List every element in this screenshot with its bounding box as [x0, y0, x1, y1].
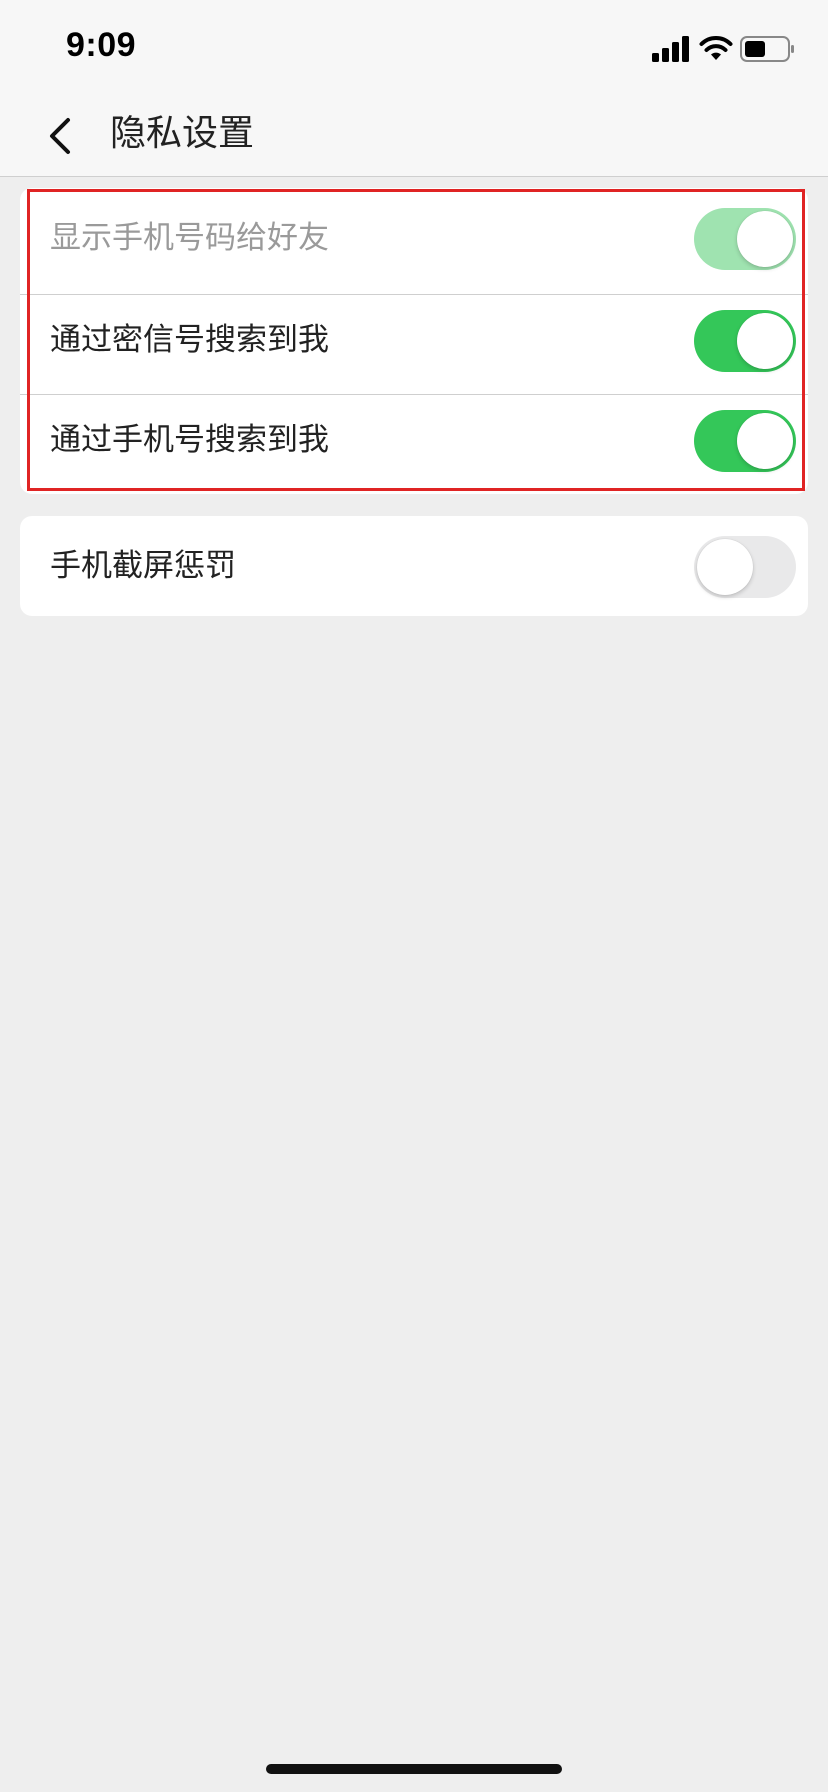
cellular-signal-icon	[652, 36, 689, 62]
screenshot-settings-group: 手机截屏惩罚	[20, 516, 808, 616]
toggle-knob	[737, 413, 793, 469]
setting-row-show-phone-to-friends: 显示手机号码给好友	[20, 188, 808, 288]
toggle-knob	[737, 313, 793, 369]
chevron-left-icon	[50, 118, 70, 154]
home-indicator[interactable]	[266, 1764, 562, 1774]
navigation-bar: 隐私设置	[0, 96, 828, 177]
search-by-phone-toggle[interactable]	[694, 410, 796, 472]
privacy-settings-group: 显示手机号码给好友 通过密信号搜索到我 通过手机号搜索到我	[20, 188, 808, 494]
setting-label: 显示手机号码给好友	[50, 220, 329, 256]
search-by-id-toggle[interactable]	[694, 310, 796, 372]
setting-row-screenshot-penalty: 手机截屏惩罚	[20, 516, 808, 616]
setting-label: 手机截屏惩罚	[50, 548, 236, 584]
setting-row-search-by-mixin-id: 通过密信号搜索到我	[20, 290, 808, 390]
screenshot-penalty-toggle[interactable]	[694, 536, 796, 598]
status-time: 9:09	[66, 26, 137, 64]
toggle-knob	[737, 211, 793, 267]
setting-label: 通过手机号搜索到我	[50, 422, 329, 458]
page-title: 隐私设置	[110, 113, 255, 154]
wifi-icon	[699, 36, 733, 60]
show-phone-toggle[interactable]	[694, 208, 796, 270]
setting-row-search-by-phone: 通过手机号搜索到我	[20, 390, 808, 490]
setting-label: 通过密信号搜索到我	[50, 322, 329, 358]
back-button[interactable]	[36, 110, 88, 162]
battery-icon	[740, 36, 794, 62]
status-bar: 9:09	[0, 0, 828, 96]
toggle-knob	[697, 539, 753, 595]
